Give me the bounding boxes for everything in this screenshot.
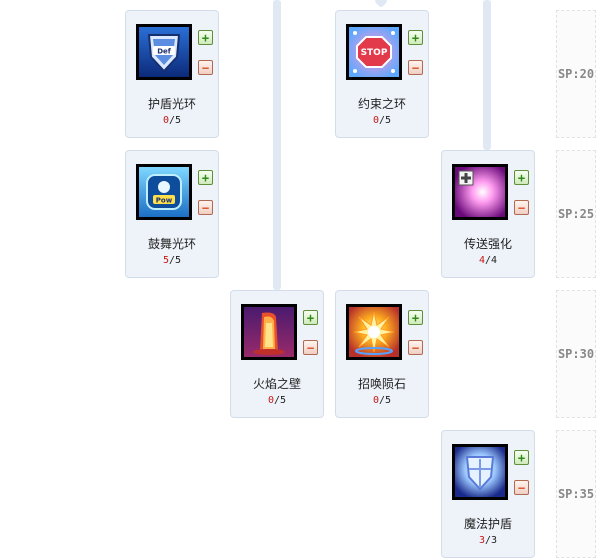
skill-node-meteor: + − 招唤陨石 0/5 [335, 290, 429, 418]
fire-pillar-icon [241, 304, 297, 360]
add-point-button[interactable]: + [408, 30, 423, 45]
skill-name: 护盾光环 [147, 97, 196, 111]
add-point-button[interactable]: + [408, 310, 423, 325]
meteor-burst-icon [346, 304, 402, 360]
skill-level: 5/5 [162, 255, 182, 266]
sp-requirement-box: SP:30 [556, 290, 596, 418]
add-point-button[interactable]: + [198, 30, 213, 45]
skill-node-magic-shield: + − 魔法护盾 3/3 [441, 430, 535, 558]
stop-sign-icon: STOP [346, 24, 402, 80]
def-shield-icon: Def [136, 24, 192, 80]
skill-name: 招唤陨石 [357, 377, 406, 391]
skill-node-fire-wall: + − 火焰之壁 0/5 [230, 290, 324, 418]
skill-name: 魔法护盾 [463, 517, 512, 531]
skill-node-restraint-ring: STOP + − 约束之环 0/5 [335, 10, 429, 138]
svg-text:Pow: Pow [156, 197, 173, 205]
magic-shield-icon [452, 444, 508, 500]
add-point-button[interactable]: + [198, 170, 213, 185]
sp-requirement-label: SP:30 [557, 347, 595, 361]
skill-name: 鼓舞光环 [147, 237, 196, 251]
sp-requirement-box: SP:20 [556, 10, 596, 138]
sp-requirement-label: SP:25 [557, 207, 595, 221]
remove-point-button[interactable]: − [198, 200, 213, 215]
svg-text:Def: Def [157, 48, 172, 56]
skill-node-inspire-aura: Pow + − 鼓舞光环 5/5 [125, 150, 219, 278]
remove-point-button[interactable]: − [198, 60, 213, 75]
skill-tree-connector-arrow [373, 0, 389, 9]
skill-tree-connector [273, 0, 281, 290]
skill-level: 0/5 [162, 115, 182, 126]
skill-name: 火焰之壁 [252, 377, 301, 391]
skill-level: 0/5 [267, 395, 287, 406]
skill-name: 传送强化 [463, 237, 512, 251]
sp-requirement-label: SP:20 [557, 67, 595, 81]
remove-point-button[interactable]: − [408, 60, 423, 75]
add-point-button[interactable]: + [303, 310, 318, 325]
sp-requirement-label: SP:35 [557, 487, 595, 501]
skill-level: 4/4 [478, 255, 498, 266]
skill-name: 约束之环 [357, 97, 406, 111]
remove-point-button[interactable]: − [408, 340, 423, 355]
skill-level: 3/3 [478, 535, 498, 546]
skill-node-teleport-boost: + − 传送强化 4/4 [441, 150, 535, 278]
teleport-sparkle-icon [452, 164, 508, 220]
add-point-button[interactable]: + [514, 170, 529, 185]
remove-point-button[interactable]: − [514, 200, 529, 215]
skill-level: 0/5 [372, 115, 392, 126]
pow-emblem-icon: Pow [136, 164, 192, 220]
skill-tree-connector [483, 0, 491, 150]
remove-point-button[interactable]: − [514, 480, 529, 495]
sp-requirement-box: SP:25 [556, 150, 596, 278]
svg-text:STOP: STOP [361, 48, 388, 58]
skill-node-shield-aura: Def + − 护盾光环 0/5 [125, 10, 219, 138]
skill-level: 0/5 [372, 395, 392, 406]
add-point-button[interactable]: + [514, 450, 529, 465]
remove-point-button[interactable]: − [303, 340, 318, 355]
sp-requirement-box: SP:35 [556, 430, 596, 558]
